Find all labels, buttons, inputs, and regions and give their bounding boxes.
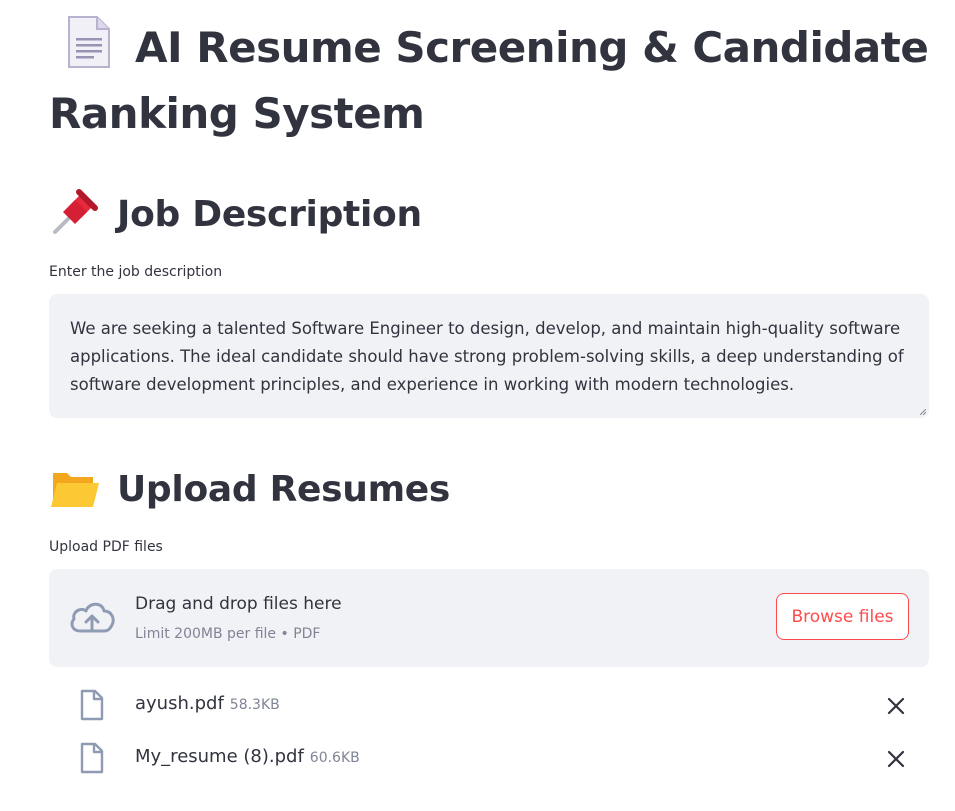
file-size: 58.3KB [229,697,280,713]
dropzone-limit: Limit 200MB per file • PDF [135,626,321,642]
dropzone-instructions: Drag and drop files here [135,594,342,614]
upload-resumes-heading-text: Upload Resumes [117,469,451,510]
browse-files-button[interactable]: Browse files [776,593,909,640]
upload-pdf-label: Upload PDF files [49,539,163,555]
page-title-text: AI Resume Screening & Candidate Ranking … [49,23,929,138]
job-description-text: We are seeking a talented Software Engin… [70,319,904,394]
pushpin-icon [49,186,101,238]
cloud-upload-icon [70,602,115,633]
page-title: AI Resume Screening & Candidate Ranking … [49,14,929,147]
upload-resumes-heading: Upload Resumes [49,461,450,515]
job-description-heading-text: Job Description [117,194,422,235]
file-icon [80,689,104,721]
file-dropzone[interactable]: Drag and drop files here Limit 200MB per… [49,569,929,667]
job-description-heading: Job Description [49,186,422,240]
file-name: ayush.pdf 58.3KB [135,693,280,714]
job-description-textarea[interactable]: We are seeking a talented Software Engin… [49,294,929,418]
file-icon [80,742,104,774]
uploaded-file-row: ayush.pdf 58.3KB [49,685,929,725]
remove-file-icon[interactable] [885,695,907,717]
page-facing-up-icon [59,14,117,70]
job-description-label: Enter the job description [49,264,223,280]
uploaded-file-row: My_resume (8).pdf 60.6KB [49,738,929,778]
resize-handle-icon[interactable] [920,409,926,415]
remove-file-icon[interactable] [885,748,907,770]
app-page: AI Resume Screening & Candidate Ranking … [0,0,955,811]
file-name: My_resume (8).pdf 60.6KB [135,746,360,767]
open-folder-icon [49,461,101,513]
file-size: 60.6KB [309,750,360,766]
